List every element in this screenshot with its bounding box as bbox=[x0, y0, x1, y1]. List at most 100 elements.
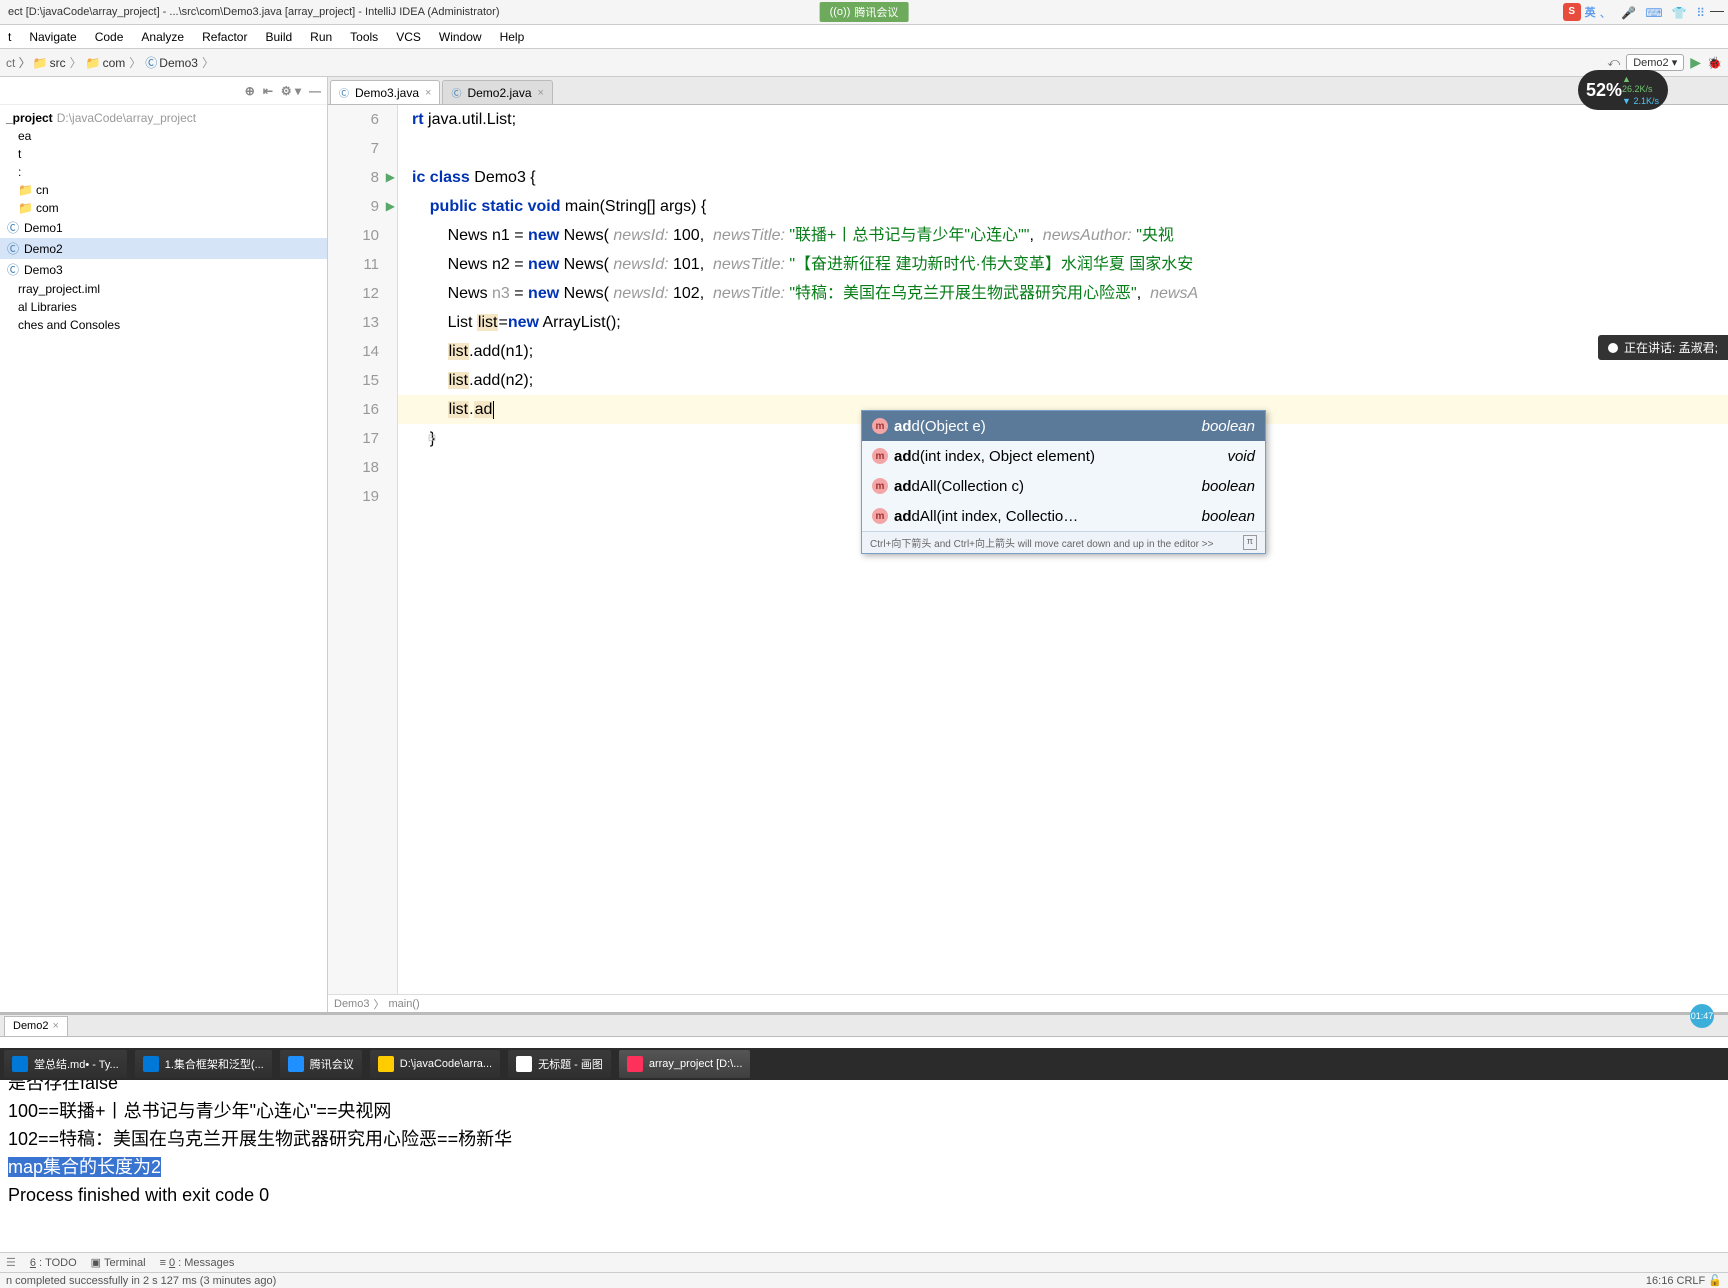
editor-bc-method[interactable]: main() bbox=[388, 998, 419, 1010]
gear-icon[interactable]: ⚙ ▾ bbox=[281, 84, 301, 98]
debug-button[interactable]: 🐞 bbox=[1707, 56, 1722, 70]
gutter-line[interactable]: 17 bbox=[328, 424, 397, 453]
project-tree[interactable]: _project D:\javaCode\array_project eat:📁… bbox=[0, 105, 327, 338]
code-line[interactable]: News n2 = new News( newsId: 101, newsTit… bbox=[398, 250, 1728, 279]
terminal-tab[interactable]: ▣ Terminal bbox=[91, 1256, 146, 1269]
tree-item[interactable]: rray_project.iml bbox=[0, 280, 327, 298]
taskbar-item[interactable]: 无标题 - 画图 bbox=[508, 1050, 611, 1078]
code-line[interactable]: List list=new ArrayList(); bbox=[398, 308, 1728, 337]
ime-lang[interactable]: 英 bbox=[1585, 4, 1596, 20]
menu-vcs[interactable]: VCS bbox=[388, 26, 429, 48]
tree-item[interactable]: : bbox=[0, 163, 327, 181]
code-line[interactable]: list.add(n1); bbox=[398, 337, 1728, 366]
menu-help[interactable]: Help bbox=[492, 26, 533, 48]
menu-analyze[interactable]: Analyze bbox=[133, 26, 192, 48]
console-line[interactable]: map集合的长度为2 bbox=[8, 1153, 1720, 1181]
tree-item[interactable]: ches and Consoles bbox=[0, 316, 327, 334]
tree-item[interactable]: 📁cn bbox=[0, 181, 327, 199]
tree-item[interactable]: t bbox=[0, 145, 327, 163]
tree-item[interactable]: ea bbox=[0, 127, 327, 145]
messages-tab[interactable]: ≡ 0: Messages bbox=[160, 1257, 235, 1269]
taskbar-item[interactable]: 腾讯会议 bbox=[280, 1050, 362, 1078]
menu-code[interactable]: Code bbox=[87, 26, 132, 48]
autocomplete-popup[interactable]: madd(Object e)booleanmadd(int index, Obj… bbox=[861, 410, 1266, 554]
code-line[interactable]: News n3 = new News( newsId: 102, newsTit… bbox=[398, 279, 1728, 308]
code-line[interactable] bbox=[398, 134, 1728, 163]
code-line[interactable]: public static void main(String[] args) { bbox=[398, 192, 1728, 221]
console-line[interactable]: Process finished with exit code 0 bbox=[8, 1181, 1720, 1209]
collapse-icon[interactable]: ⇤ bbox=[263, 84, 273, 98]
run-gutter-icon[interactable]: ▶ bbox=[386, 163, 395, 192]
menu-run[interactable]: Run bbox=[302, 26, 340, 48]
breadcrumb[interactable]: ct 〉 📁 src 〉 📁 com 〉 Ⓒ Demo3 〉 bbox=[6, 54, 216, 71]
run-config-selector[interactable]: Demo2 ▾ bbox=[1626, 54, 1684, 71]
tree-item[interactable]: ⒸDemo3 bbox=[0, 259, 327, 280]
minimize-button[interactable]: — bbox=[1710, 2, 1724, 18]
meeting-indicator[interactable]: ((o)) 腾讯会议 bbox=[820, 2, 909, 22]
taskbar-item[interactable]: array_project [D:\... bbox=[619, 1050, 751, 1078]
close-icon[interactable]: × bbox=[538, 87, 544, 99]
gutter-line[interactable]: 18 bbox=[328, 453, 397, 482]
tree-item[interactable]: 📁com bbox=[0, 199, 327, 217]
console-line[interactable]: 102==特稿：美国在乌克兰开展生物武器研究用心险恶==杨新华 bbox=[8, 1125, 1720, 1153]
sogou-icon[interactable]: S bbox=[1563, 3, 1581, 21]
gutter-line[interactable]: 10 bbox=[328, 221, 397, 250]
gutter-line[interactable]: 7 bbox=[328, 134, 397, 163]
run-gutter-icon[interactable]: ▶ bbox=[386, 192, 395, 221]
hide-icon[interactable]: — bbox=[309, 84, 321, 98]
run-tab-demo2[interactable]: Demo2 × bbox=[4, 1016, 68, 1036]
tree-item[interactable]: ⒸDemo1 bbox=[0, 217, 327, 238]
ime-panel[interactable]: S 英 、 🎤 ⌨ 👕 ⠿ bbox=[1563, 3, 1708, 21]
project-panel-toolbar[interactable]: ⊕ ⇤ ⚙ ▾ — bbox=[245, 84, 321, 98]
tree-item[interactable]: ⒸDemo2 bbox=[0, 238, 327, 259]
autocomplete-item[interactable]: maddAll(int index, Collectio…boolean bbox=[862, 501, 1265, 531]
editor-bc-class[interactable]: Demo3 bbox=[334, 998, 369, 1010]
gutter-line[interactable]: 16 bbox=[328, 395, 397, 424]
tab-demo2[interactable]: Ⓒ Demo2.java × bbox=[442, 80, 552, 104]
code-line[interactable]: list.add(n2); bbox=[398, 366, 1728, 395]
taskbar-item[interactable]: 堂总结.md• - Ty... bbox=[4, 1050, 127, 1078]
console-line[interactable]: 100==联播+丨总书记与青少年"心连心"==央视网 bbox=[8, 1097, 1720, 1125]
code-area[interactable]: 678▶9▶10111213141516171819 rt java.util.… bbox=[328, 105, 1728, 994]
editor-breadcrumb[interactable]: Demo3 〉 main() bbox=[328, 994, 1728, 1012]
breadcrumb-class[interactable]: Demo3 bbox=[159, 56, 198, 70]
code-line[interactable]: ic class Demo3 { bbox=[398, 163, 1728, 192]
pi-icon[interactable]: π bbox=[1243, 535, 1257, 550]
autocomplete-item[interactable]: maddAll(Collection c)boolean bbox=[862, 471, 1265, 501]
menu-navigate[interactable]: Navigate bbox=[21, 26, 84, 48]
gutter-line[interactable]: 13 bbox=[328, 308, 397, 337]
ime-toolbar-icons[interactable]: 、 🎤 ⌨ 👕 ⠿ bbox=[1600, 4, 1708, 21]
autocomplete-item[interactable]: madd(int index, Object element)void bbox=[862, 441, 1265, 471]
expand-icon[interactable]: ☰ bbox=[6, 1256, 16, 1269]
back-arrow-icon[interactable]: ⤺ bbox=[1607, 55, 1620, 70]
project-root[interactable]: _project D:\javaCode\array_project bbox=[0, 109, 327, 127]
menu-tools[interactable]: Tools bbox=[342, 26, 386, 48]
autocomplete-item[interactable]: madd(Object e)boolean bbox=[862, 411, 1265, 441]
taskbar[interactable]: 堂总结.md• - Ty...1.集合框架和泛型(...腾讯会议D:\javaC… bbox=[0, 1048, 1728, 1080]
menu-item[interactable]: t bbox=[0, 26, 19, 48]
gutter-line[interactable]: 14 bbox=[328, 337, 397, 366]
tab-demo3[interactable]: Ⓒ Demo3.java × bbox=[330, 80, 440, 104]
code-line[interactable]: rt java.util.List; bbox=[398, 105, 1728, 134]
run-button[interactable]: ▶ bbox=[1690, 54, 1701, 71]
gutter[interactable]: 678▶9▶10111213141516171819 bbox=[328, 105, 398, 994]
breadcrumb-com[interactable]: com bbox=[103, 56, 126, 70]
code-line[interactable]: News n1 = new News( newsId: 100, newsTit… bbox=[398, 221, 1728, 250]
perf-overlay[interactable]: 52% ▲ 26.2K/s ▼ 2.1K/s bbox=[1578, 70, 1668, 110]
code-body[interactable]: rt java.util.List; ic class Demo3 { publi… bbox=[398, 105, 1728, 994]
gutter-line[interactable]: 12 bbox=[328, 279, 397, 308]
target-icon[interactable]: ⊕ bbox=[245, 84, 255, 98]
menu-build[interactable]: Build bbox=[257, 26, 300, 48]
tree-item[interactable]: al Libraries bbox=[0, 298, 327, 316]
menu-refactor[interactable]: Refactor bbox=[194, 26, 255, 48]
gutter-line[interactable]: 11 bbox=[328, 250, 397, 279]
gutter-line[interactable]: 6 bbox=[328, 105, 397, 134]
gutter-line[interactable]: 8▶ bbox=[328, 163, 397, 192]
gutter-line[interactable]: 9▶ bbox=[328, 192, 397, 221]
gutter-line[interactable]: 15 bbox=[328, 366, 397, 395]
breadcrumb-src[interactable]: src bbox=[50, 56, 66, 70]
taskbar-item[interactable]: D:\javaCode\arra... bbox=[370, 1050, 500, 1078]
close-icon[interactable]: × bbox=[425, 87, 431, 99]
gutter-line[interactable]: 19 bbox=[328, 482, 397, 511]
lock-icon[interactable]: 🔓 bbox=[1708, 1275, 1722, 1287]
